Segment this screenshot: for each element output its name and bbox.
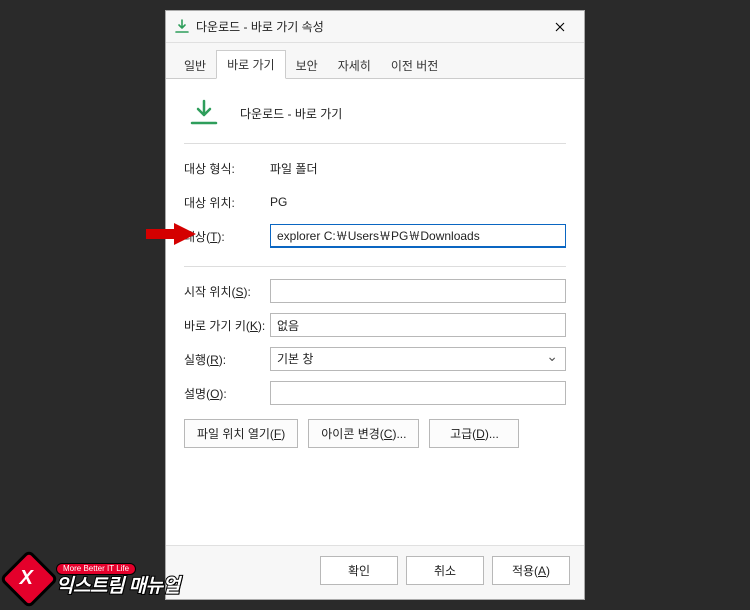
label-target: 대상(T): (184, 228, 270, 245)
close-button[interactable] (540, 13, 580, 41)
value-target-type: 파일 폴더 (270, 160, 318, 177)
value-location: PG (270, 195, 287, 209)
logo-badge: X (0, 549, 59, 608)
row-target: 대상(T): (184, 222, 566, 250)
label-location: 대상 위치: (184, 194, 270, 211)
ok-button[interactable]: 확인 (320, 556, 398, 585)
tab-security[interactable]: 보안 (286, 52, 328, 79)
tab-details[interactable]: 자세히 (328, 52, 381, 79)
advanced-button[interactable]: 고급(D)... (429, 419, 519, 448)
properties-dialog: 다운로드 - 바로 가기 속성 일반 바로 가기 보안 자세히 이전 버전 다운… (165, 10, 585, 600)
row-shortcut-key: 바로 가기 키(K): (184, 311, 566, 339)
separator (184, 266, 566, 267)
tab-general[interactable]: 일반 (174, 52, 216, 79)
titlebar: 다운로드 - 바로 가기 속성 (166, 11, 584, 43)
hero-name: 다운로드 - 바로 가기 (240, 105, 342, 122)
comment-input[interactable] (270, 381, 566, 405)
tab-bar: 일반 바로 가기 보안 자세히 이전 버전 (166, 43, 584, 79)
shortcut-key-input[interactable] (270, 313, 566, 337)
dialog-footer: 확인 취소 적용(A) (166, 545, 584, 599)
row-target-type: 대상 형식: 파일 폴더 (184, 154, 566, 182)
row-run: 실행(R): 기본 창 (184, 345, 566, 373)
download-icon (174, 19, 190, 35)
label-run: 실행(R): (184, 351, 270, 368)
label-comment: 설명(O): (184, 385, 270, 402)
start-in-input[interactable] (270, 279, 566, 303)
download-folder-icon (188, 97, 220, 129)
label-target-type: 대상 형식: (184, 160, 270, 177)
label-shortcut-key: 바로 가기 키(K): (184, 317, 270, 334)
logo-tagline: More Better IT Life (56, 563, 136, 575)
label-start-in: 시작 위치(S): (184, 283, 270, 300)
open-file-location-button[interactable]: 파일 위치 열기(F) (184, 419, 298, 448)
apply-button[interactable]: 적용(A) (492, 556, 570, 585)
hero: 다운로드 - 바로 가기 (184, 91, 566, 139)
logo-text: More Better IT Life 익스트림 매뉴얼 (56, 563, 180, 596)
separator (184, 143, 566, 144)
run-select[interactable]: 기본 창 (270, 347, 566, 371)
row-location: 대상 위치: PG (184, 188, 566, 216)
tab-previous[interactable]: 이전 버전 (381, 52, 449, 79)
watermark-logo: X More Better IT Life 익스트림 매뉴얼 (8, 558, 180, 600)
tab-shortcut[interactable]: 바로 가기 (216, 50, 286, 79)
window-title: 다운로드 - 바로 가기 속성 (196, 18, 540, 35)
logo-brand: 익스트림 매뉴얼 (56, 577, 180, 596)
cancel-button[interactable]: 취소 (406, 556, 484, 585)
row-start-in: 시작 위치(S): (184, 277, 566, 305)
change-icon-button[interactable]: 아이콘 변경(C)... (308, 419, 419, 448)
target-input[interactable] (270, 224, 566, 248)
button-row: 파일 위치 열기(F) 아이콘 변경(C)... 고급(D)... (184, 419, 566, 448)
tab-content: 다운로드 - 바로 가기 대상 형식: 파일 폴더 대상 위치: PG 대상(T… (166, 79, 584, 545)
row-comment: 설명(O): (184, 379, 566, 407)
